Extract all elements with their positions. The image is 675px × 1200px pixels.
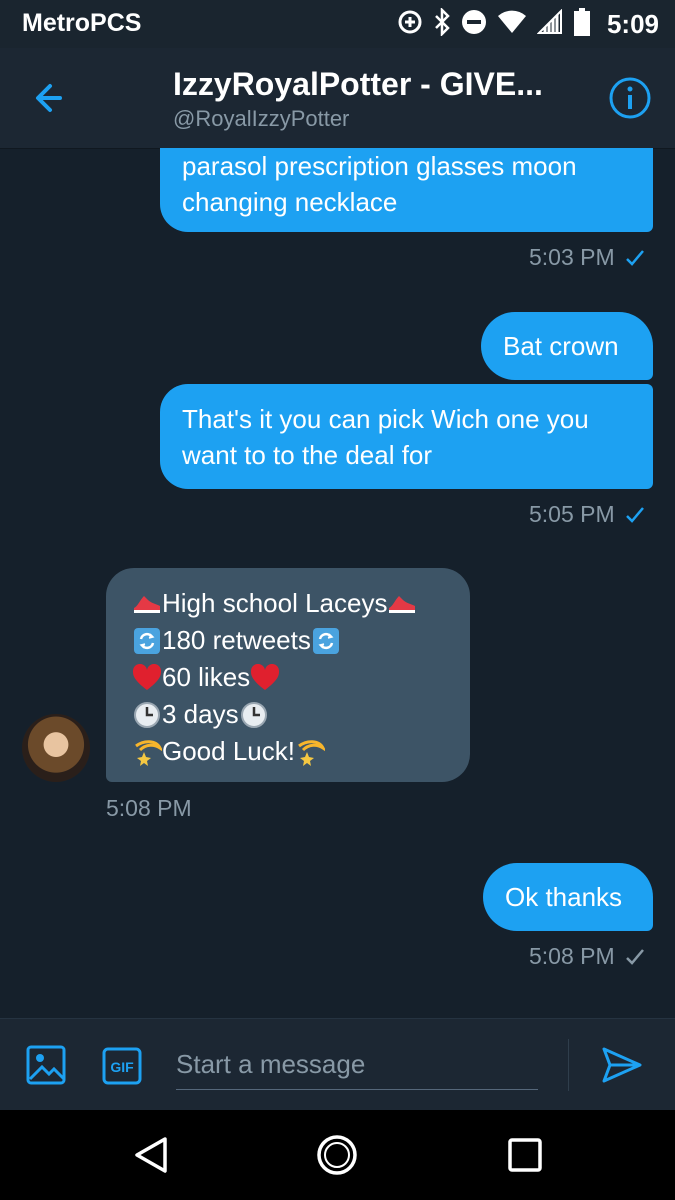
sent-message-bubble[interactable]: parasol prescription glasses moon changi… xyxy=(160,148,653,232)
message-input[interactable] xyxy=(176,1039,538,1090)
sent-message-bubble[interactable]: Ok thanks xyxy=(483,863,653,931)
nav-back-icon[interactable] xyxy=(133,1136,169,1174)
received-message-bubble[interactable]: High school Laceys 180 retweets 60 likes… xyxy=(106,568,470,782)
status-icons: 5:09 xyxy=(397,6,659,42)
message-line: 180 retweets xyxy=(132,622,470,659)
clock-icon xyxy=(132,700,162,730)
avatar[interactable] xyxy=(22,714,90,782)
sneaker-icon xyxy=(132,589,162,619)
message-line: 60 likes xyxy=(132,659,470,696)
back-arrow-icon[interactable] xyxy=(30,78,74,118)
read-check-icon xyxy=(625,503,645,530)
conversation-title[interactable]: IzzyRoyalPotter - GIVE... xyxy=(173,66,573,103)
message-line: parasol prescription glasses moon xyxy=(182,151,577,181)
gif-button[interactable]: GIF xyxy=(102,1047,142,1085)
status-time: 5:09 xyxy=(606,8,659,39)
battery-icon xyxy=(573,7,591,42)
carrier-name: MetroPCS xyxy=(22,9,142,37)
image-icon[interactable] xyxy=(26,1045,66,1085)
message-line: want to to the deal for xyxy=(182,440,433,470)
data-saver-icon xyxy=(397,9,423,40)
bluetooth-icon xyxy=(433,6,451,41)
status-bar: MetroPCS 5:09 xyxy=(0,0,675,48)
system-nav-bar xyxy=(0,1110,675,1200)
dizzy-star-icon xyxy=(132,737,162,767)
message-timestamp: 5:05 PM xyxy=(529,501,645,530)
do-not-disturb-icon xyxy=(461,9,487,40)
nav-home-icon[interactable] xyxy=(316,1134,358,1176)
sent-message-bubble[interactable]: That's it you can pick Wich one you want… xyxy=(160,384,653,489)
dizzy-star-icon xyxy=(295,737,325,767)
repeat-icon xyxy=(132,626,162,656)
message-line: Ok thanks xyxy=(505,882,623,912)
message-line: changing necklace xyxy=(182,187,398,217)
message-timestamp: 5:03 PM xyxy=(529,244,645,273)
message-line: Good Luck! xyxy=(132,733,470,770)
message-line: 3 days xyxy=(132,696,470,733)
message-line: Bat crown xyxy=(503,331,619,361)
gif-label: GIF xyxy=(110,1059,134,1075)
timestamp-text: 5:08 PM xyxy=(529,943,615,969)
clock-icon xyxy=(239,700,269,730)
nav-recents-icon[interactable] xyxy=(507,1137,543,1173)
conversation-handle[interactable]: @RoyalIzzyPotter xyxy=(173,106,349,132)
composer-divider xyxy=(568,1039,569,1091)
sent-check-icon xyxy=(625,945,645,972)
conversation-header: IzzyRoyalPotter - GIVE... @RoyalIzzyPott… xyxy=(0,48,675,149)
wifi-icon xyxy=(497,10,527,39)
message-composer: GIF xyxy=(0,1018,675,1111)
repeat-icon xyxy=(311,626,341,656)
read-check-icon xyxy=(625,246,645,273)
info-icon[interactable] xyxy=(608,76,652,120)
message-line: That's it you can pick Wich one you xyxy=(182,404,589,434)
send-icon[interactable] xyxy=(600,1045,644,1085)
heart-icon xyxy=(132,663,162,693)
timestamp-text: 5:05 PM xyxy=(529,501,615,527)
timestamp-text: 5:03 PM xyxy=(529,244,615,270)
message-timestamp: 5:08 PM xyxy=(106,795,192,821)
heart-icon xyxy=(250,663,280,693)
signal-icon xyxy=(536,8,563,40)
sent-message-bubble[interactable]: Bat crown xyxy=(481,312,653,380)
message-line: High school Laceys xyxy=(132,585,470,622)
message-timestamp: 5:08 PM xyxy=(529,943,645,972)
sneaker-icon xyxy=(387,589,417,619)
